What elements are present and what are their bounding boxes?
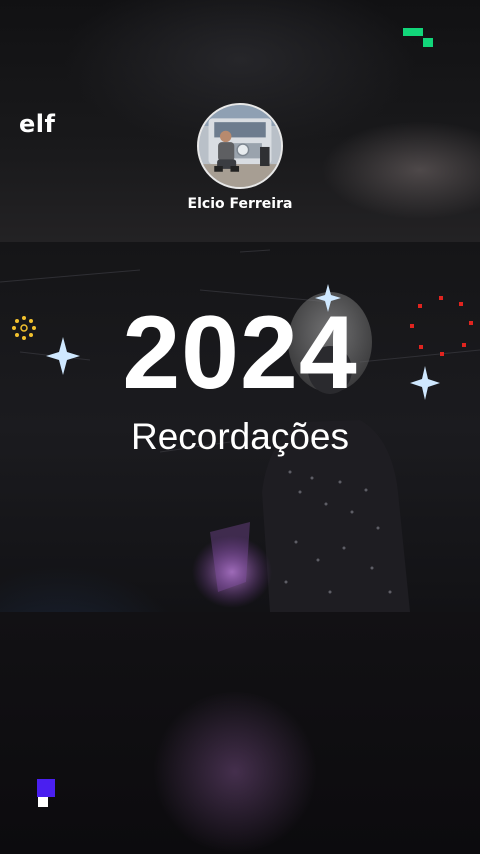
avatar[interactable]: [197, 103, 283, 189]
pixel-blocks-icon: [403, 28, 433, 48]
video-frame[interactable]: 2024 Recordações: [0, 242, 480, 612]
bottom-background: [0, 612, 480, 854]
pixel-square-icon: [37, 779, 55, 807]
brand-wordmark: elf: [19, 110, 56, 138]
avatar-photo: [199, 105, 281, 187]
channel-name[interactable]: Elcio Ferreira: [140, 196, 340, 212]
video-subtitle: Recordações: [130, 416, 349, 457]
year-title: 2024: [122, 295, 358, 411]
